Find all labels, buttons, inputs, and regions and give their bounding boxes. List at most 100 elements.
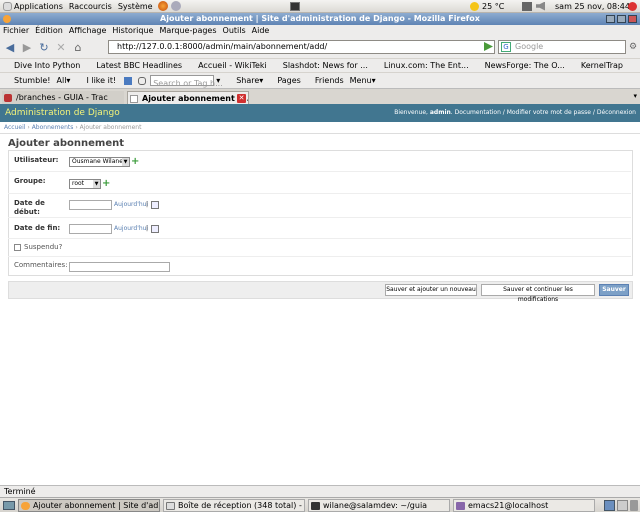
form-row-suspendu xyxy=(8,239,631,257)
link-separator: | xyxy=(146,201,149,208)
date-fin-input[interactable] xyxy=(69,224,112,234)
stumble-all-dropdown[interactable]: All▾ xyxy=(55,73,75,89)
add-groupe-icon[interactable]: + xyxy=(102,179,110,189)
save-and-continue-button[interactable]: Sauver et continuer les modifications xyxy=(481,284,595,303)
comment-icon[interactable] xyxy=(138,76,147,85)
breadcrumb-model-link[interactable]: Abonnements xyxy=(32,124,74,131)
groupe-select[interactable]: root ▼ xyxy=(69,179,101,189)
logout-icon[interactable] xyxy=(628,1,637,11)
foot-icon xyxy=(3,2,12,11)
url-bar[interactable]: http://127.0.0.1:8000/admin/main/abonnem… xyxy=(108,40,495,54)
clock[interactable]: sam 25 nov, 08:44 xyxy=(552,0,633,13)
back-icon[interactable]: ◀ xyxy=(3,40,17,54)
show-desktop-icon[interactable] xyxy=(3,501,15,510)
page-favicon-icon xyxy=(130,95,138,103)
utilisateur-select[interactable]: Ousmane Wilane ▼ xyxy=(69,157,130,167)
task-firefox[interactable]: Ajouter abonnement | Site d'ad... xyxy=(18,499,160,512)
utilisateur-label: Utilisateur: xyxy=(14,156,59,164)
breadcrumb-current: Ajouter abonnement xyxy=(79,124,142,131)
tab-list-icon[interactable]: ▾ xyxy=(633,92,637,100)
tab-trac[interactable]: /branches - GUIA - Trac xyxy=(2,91,124,105)
like-button[interactable]: I like it! xyxy=(74,73,120,89)
menu-historique[interactable]: Historique xyxy=(109,25,156,37)
stumble-search-input[interactable]: Search or Tag h... xyxy=(150,75,223,88)
workspace-switcher-2[interactable] xyxy=(617,500,628,511)
pages-button[interactable]: Pages xyxy=(267,73,305,89)
tab-ajouter-abonnement[interactable]: Ajouter abonnement |... ✕ xyxy=(127,91,249,105)
bookmark-kerneltrap[interactable]: KernelTrap xyxy=(571,59,629,73)
network-icon[interactable] xyxy=(522,1,532,11)
menu-aide[interactable]: Aide xyxy=(249,25,273,37)
menu-edition[interactable]: Édition xyxy=(32,25,66,37)
user-tools-links[interactable]: . Documentation / Modifier votre mot de … xyxy=(451,109,636,116)
calendar-icon[interactable] xyxy=(151,201,159,209)
bookmark-slashdot[interactable]: Slashdot: News for ... xyxy=(273,59,374,73)
stumble-search-dropdown-icon[interactable]: ▾ xyxy=(214,73,222,89)
gear-icon[interactable]: ⚙ xyxy=(629,42,637,52)
commentaires-input[interactable] xyxy=(69,262,170,272)
close-window-icon[interactable] xyxy=(628,15,637,23)
search-placeholder: Google xyxy=(515,42,544,51)
date-debut-label: Date de début: xyxy=(14,199,45,216)
terminal-icon xyxy=(311,502,320,510)
url-text: http://127.0.0.1:8000/admin/main/abonnem… xyxy=(117,42,328,51)
calendar-icon[interactable] xyxy=(151,225,159,233)
bookmark-wikiteki[interactable]: Accueil - WikiTeki xyxy=(188,59,273,73)
status-text: Terminé xyxy=(4,487,36,496)
menu-fichier[interactable]: Fichier xyxy=(0,25,32,37)
share-button[interactable]: Share▾ xyxy=(222,73,267,89)
bookmark-newsforge[interactable]: NewsForge: The O... xyxy=(475,59,571,73)
minimize-icon[interactable] xyxy=(606,15,615,23)
user-tools: Bienvenue, admin. Documentation / Modifi… xyxy=(394,104,636,122)
workspace-switcher-1[interactable] xyxy=(604,500,615,511)
trash-icon[interactable] xyxy=(630,500,638,511)
task-mail[interactable]: Boîte de réception (348 total) - ... xyxy=(163,499,305,512)
breadcrumb-separator: › xyxy=(75,124,78,131)
mail-launcher-icon[interactable] xyxy=(170,1,181,11)
weather-temp[interactable]: 25 °C xyxy=(479,0,507,13)
volume-icon[interactable] xyxy=(536,1,545,11)
date-debut-input[interactable] xyxy=(69,200,112,210)
menu-outils[interactable]: Outils xyxy=(220,25,249,37)
menu-raccourcis[interactable]: Raccourcis xyxy=(66,0,115,13)
save-button[interactable]: Sauver xyxy=(599,284,629,296)
menu-marque-pages[interactable]: Marque-pages xyxy=(156,25,219,37)
date-debut-today-link[interactable]: Aujourd'hui xyxy=(114,200,148,210)
search-input[interactable]: Google xyxy=(498,40,626,54)
close-tab-icon[interactable]: ✕ xyxy=(237,94,246,103)
date-fin-today-link[interactable]: Aujourd'hui xyxy=(114,224,148,234)
forward-icon[interactable]: ▶ xyxy=(20,40,34,54)
menu-affichage[interactable]: Affichage xyxy=(66,25,110,37)
weather-icon[interactable] xyxy=(470,1,479,11)
reload-icon[interactable]: ↻ xyxy=(37,40,51,54)
bookmark-dive-into-python[interactable]: Dive Into Python xyxy=(0,59,86,73)
search-engine-icon[interactable]: G xyxy=(501,42,511,52)
task-emacs[interactable]: emacs21@localhost xyxy=(453,499,595,512)
breadcrumb-separator: › xyxy=(27,124,30,131)
window-menu-icon[interactable] xyxy=(3,15,11,23)
task-terminal[interactable]: wilane@salamdev: ~/guia xyxy=(308,499,450,512)
save-and-add-another-button[interactable]: Sauver et ajouter un nouveau xyxy=(385,284,477,296)
window-title-bar[interactable]: Ajouter abonnement | Site d'administrati… xyxy=(0,13,640,25)
home-icon[interactable]: ⌂ xyxy=(71,40,85,54)
stumble-menu-button[interactable]: Menu▾ xyxy=(348,73,380,89)
bookmark-linux-com[interactable]: Linux.com: The Ent... xyxy=(374,59,475,73)
suspendu-checkbox[interactable] xyxy=(14,244,21,251)
gnome-top-panel: Applications Raccourcis Système 25 °C sa… xyxy=(0,0,640,13)
add-utilisateur-icon[interactable]: + xyxy=(131,157,139,167)
breadcrumb-home-link[interactable]: Accueil xyxy=(4,124,25,131)
terminal-launcher-icon[interactable] xyxy=(290,1,300,11)
utilisateur-value: Ousmane Wilane xyxy=(72,158,123,165)
friends-button[interactable]: Friends xyxy=(305,73,348,89)
date-fin-label: Date de fin: xyxy=(14,224,61,232)
stop-icon[interactable]: ✕ xyxy=(54,40,68,54)
tab-label: /branches - GUIA - Trac xyxy=(16,93,108,102)
menu-systeme[interactable]: Système xyxy=(115,0,156,13)
firefox-launcher-icon[interactable] xyxy=(157,1,168,11)
page-title: Ajouter abonnement xyxy=(8,138,125,149)
stumble-button[interactable]: Stumble! xyxy=(0,73,55,89)
thumbs-down-icon[interactable] xyxy=(124,76,133,85)
suspendu-label: Suspendu? xyxy=(24,243,63,251)
bookmark-bbc[interactable]: Latest BBC Headlines xyxy=(86,59,188,73)
maximize-icon[interactable] xyxy=(617,15,626,23)
